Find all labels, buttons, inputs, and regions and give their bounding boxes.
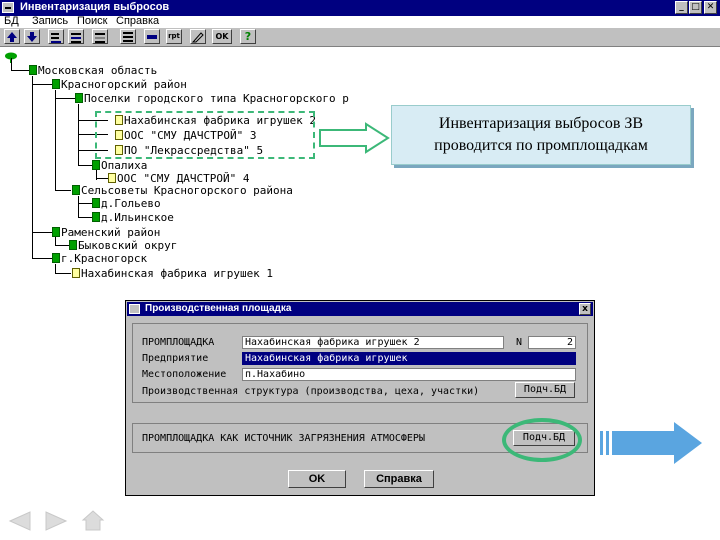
number-label: N (516, 337, 523, 348)
folder-icon (92, 212, 100, 222)
folder-icon (52, 227, 60, 237)
site-dialog: Производственная площадка x ПРОМПЛОЩАДКА… (125, 300, 595, 496)
folder-icon (72, 185, 80, 195)
dialog-ok-button[interactable]: OK (288, 470, 346, 488)
delete-record-icon[interactable] (144, 29, 160, 44)
folder-icon (92, 160, 100, 170)
insert-record-icon[interactable] (68, 29, 84, 44)
ok-button[interactable]: OK (212, 29, 232, 44)
tree-item-region[interactable]: Московская область (29, 65, 157, 77)
dialog-title: Производственная площадка (145, 303, 292, 314)
pollution-button-highlight (502, 418, 582, 462)
callout-arrow-icon (319, 122, 390, 154)
folder-icon (29, 65, 37, 75)
menu-db[interactable]: БД (4, 15, 19, 27)
add-record-icon[interactable] (48, 29, 64, 44)
document-icon (108, 173, 116, 183)
tree-item-village-2[interactable]: д.Ильинское (92, 212, 174, 224)
folder-icon (92, 198, 100, 208)
location-label: Местоположение (142, 369, 227, 380)
folder-icon (52, 253, 60, 263)
structure-subdb-button[interactable]: Подч.БД (515, 382, 575, 398)
site-label: ПРОМПЛОЩАДКА (142, 337, 215, 348)
dialog-close-button[interactable]: x (579, 303, 591, 315)
tree-item-settlement[interactable]: Поселки городского типа Красногорского р (75, 93, 349, 105)
move-down-icon[interactable] (24, 29, 40, 44)
back-nav-icon[interactable] (8, 510, 40, 532)
next-arrow-icon[interactable] (598, 420, 704, 466)
list-icon[interactable] (120, 29, 136, 44)
dialog-help-button[interactable]: Справка (364, 470, 434, 488)
folder-icon (75, 93, 83, 103)
structure-label: Производственная структура (производства… (142, 386, 480, 397)
enterprise-field[interactable]: Нахабинская фабрика игрушек (242, 352, 576, 365)
pollution-label: ПРОМПЛОЩАДКА КАК ИСТОЧНИК ЗАГРЯЗНЕНИЯ АТ… (142, 433, 425, 444)
site-number-field[interactable]: 2 (528, 336, 576, 349)
document-icon (72, 268, 80, 278)
callout-line-1: Инвентаризация выбросов ЗВ (438, 115, 644, 132)
site-name-field[interactable]: Нахабинская фабрика игрушек 2 (242, 336, 504, 349)
edit-record-icon[interactable] (92, 29, 108, 44)
tree-item-okrug[interactable]: Быковский округ (69, 240, 177, 252)
tree-item-city[interactable]: г.Красногорск (52, 253, 147, 265)
window-title-bar: Инвентаризация выбросов _ □ ✕ (0, 0, 720, 16)
close-button[interactable]: ✕ (704, 1, 717, 14)
toolbar: rpt OK ? (0, 28, 720, 47)
location-field[interactable]: п.Нахабино (242, 368, 576, 381)
callout-line-2: проводится по промплощадкам (434, 137, 648, 154)
dialog-system-menu-icon[interactable] (129, 304, 140, 314)
sites-highlight-box (95, 111, 315, 159)
tree-item-councils[interactable]: Сельсоветы Красногорского района (72, 185, 293, 197)
tree-item-village-1[interactable]: д.Гольево (92, 198, 161, 210)
window-title: Инвентаризация выбросов (20, 1, 170, 13)
menu-help[interactable]: Справка (116, 15, 159, 27)
callout-box: Инвентаризация выбросов ЗВ проводится по… (391, 105, 691, 165)
system-menu-icon[interactable] (2, 2, 14, 13)
forward-nav-icon[interactable] (42, 510, 70, 532)
minimize-button[interactable]: _ (675, 1, 688, 14)
report-icon[interactable]: rpt (166, 29, 182, 44)
menu-record[interactable]: Запись (32, 15, 68, 27)
menu-bar: БД Запись Поиск Справка (0, 15, 720, 28)
enterprise-label: Предприятие (142, 353, 209, 364)
pencil-icon[interactable] (190, 29, 206, 44)
menu-search[interactable]: Поиск (77, 15, 107, 27)
maximize-button[interactable]: □ (689, 1, 702, 14)
tree-item-town[interactable]: Опалиха (92, 160, 147, 172)
tree-item-district[interactable]: Красногорский район (52, 79, 187, 91)
move-up-icon[interactable] (4, 29, 20, 44)
tree-item-site-5[interactable]: Нахабинская фабрика игрушек 1 (72, 268, 273, 280)
home-nav-icon[interactable] (80, 508, 106, 532)
tree-item-district-2[interactable]: Раменский район (52, 227, 160, 239)
dialog-title-bar: Производственная площадка x (127, 302, 593, 316)
folder-icon (52, 79, 60, 89)
folder-icon (69, 240, 77, 250)
help-icon[interactable]: ? (240, 29, 256, 44)
